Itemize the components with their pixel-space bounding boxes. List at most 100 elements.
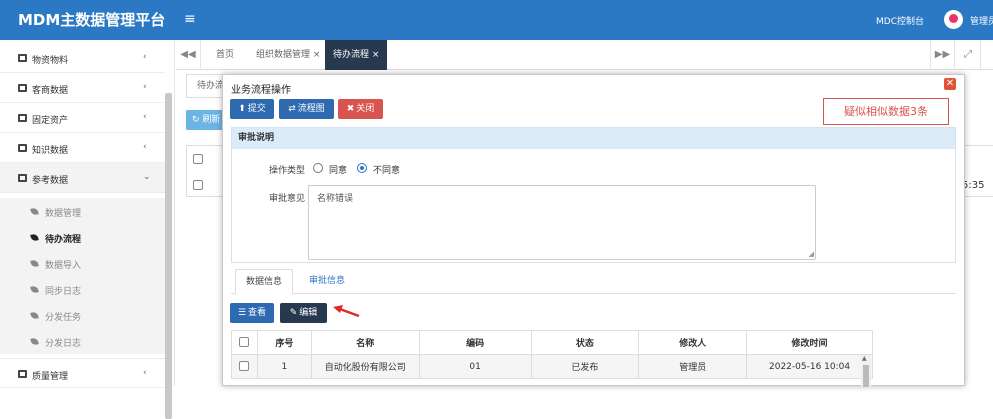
flowchart-button[interactable]: ⇄ 流程图 bbox=[279, 99, 334, 119]
sidebar-subitem-sync-log[interactable]: 同步日志 bbox=[0, 276, 165, 302]
chevron-left-icon: ‹ bbox=[143, 112, 147, 122]
leaf-icon bbox=[30, 311, 39, 320]
modal-title: 业务流程操作 bbox=[231, 85, 291, 96]
background-table bbox=[186, 145, 226, 197]
opinion-textarea[interactable]: 名称错误 ◢ bbox=[308, 185, 816, 260]
col-modified-time: 修改时间 bbox=[746, 330, 873, 355]
quality-icon bbox=[18, 370, 27, 378]
avatar[interactable] bbox=[944, 10, 963, 29]
tab-next-icon[interactable]: ▶▶ bbox=[930, 40, 955, 70]
sidebar-subitem-data-import[interactable]: 数据导入 bbox=[0, 250, 165, 276]
col-name: 名称 bbox=[310, 330, 420, 355]
sidebar-item-label: 客商数据 bbox=[32, 86, 69, 96]
opinion-label: 审批意见 bbox=[269, 194, 306, 204]
leaf-icon bbox=[30, 285, 39, 294]
edit-button[interactable]: ✎ 编辑 bbox=[280, 303, 327, 323]
radio-disagree[interactable] bbox=[357, 163, 367, 173]
sidebar-item-reference[interactable]: 参考数据 ⌄ bbox=[0, 163, 165, 193]
chevron-left-icon: ‹ bbox=[143, 82, 147, 92]
col-status: 状态 bbox=[530, 330, 640, 355]
sidebar-subitem-label: 数据管理 bbox=[45, 209, 82, 219]
tab-home[interactable]: 首页 bbox=[208, 40, 242, 70]
background-tab[interactable]: 待办流 bbox=[186, 74, 226, 98]
menu-toggle-icon[interactable]: ≡ bbox=[184, 11, 196, 27]
col-modifier: 修改人 bbox=[638, 330, 748, 355]
sidebar-subitem-label: 同步日志 bbox=[45, 287, 82, 297]
leaf-icon bbox=[30, 233, 39, 242]
leaf-icon bbox=[30, 207, 39, 216]
table-row[interactable]: 1 自动化股份有限公司 01 已发布 管理员 2022-05-16 10:04 bbox=[231, 354, 873, 379]
close-icon[interactable]: ✕ bbox=[944, 78, 956, 90]
submit-button[interactable]: ⬆ 提交 bbox=[230, 99, 274, 119]
upload-icon: ⬆ bbox=[238, 104, 246, 114]
leaf-icon bbox=[30, 337, 39, 346]
control-console-link[interactable]: MDC控制台 bbox=[876, 14, 924, 27]
sidebar-scrollbar[interactable] bbox=[165, 93, 172, 419]
sidebar-item-label: 参考数据 bbox=[32, 176, 69, 186]
list-icon bbox=[18, 174, 27, 182]
sidebar-item-assets[interactable]: 固定资产 ‹ bbox=[0, 103, 165, 133]
cell-modifier: 管理员 bbox=[638, 354, 748, 379]
sidebar-subitem-dispatch-task[interactable]: 分发任务 bbox=[0, 302, 165, 328]
sidebar-subitem-dispatch-log[interactable]: 分发日志 bbox=[0, 328, 165, 354]
tab-approval-info[interactable]: 审批信息 bbox=[299, 269, 355, 294]
sidebar-subitem-label: 数据导入 bbox=[45, 261, 82, 271]
select-all-checkbox[interactable] bbox=[239, 337, 250, 348]
opinion-value: 名称错误 bbox=[317, 194, 354, 204]
scroll-up-icon[interactable]: ▲ bbox=[862, 355, 867, 362]
select-all-cell[interactable] bbox=[231, 330, 258, 355]
chevron-down-icon: ⌄ bbox=[143, 172, 151, 182]
cell-name: 自动化股份有限公司 bbox=[310, 354, 420, 379]
tab-data-info[interactable]: 数据信息 bbox=[235, 269, 294, 294]
tab-bar: ◀◀ 首页 组织数据管理 × 待办流程 × ▶▶ ⤢ bbox=[176, 40, 993, 70]
user-icon bbox=[949, 14, 958, 23]
radio-agree[interactable] bbox=[313, 163, 323, 173]
refresh-button[interactable]: ↻ 刷新 bbox=[186, 110, 226, 130]
sidebar-item-label: 知识数据 bbox=[32, 146, 69, 156]
resize-handle-icon[interactable]: ◢ bbox=[809, 250, 814, 258]
sidebar-item-materials[interactable]: 物资物料 ‹ bbox=[0, 43, 165, 73]
table-scrollbar[interactable]: ▲ bbox=[861, 355, 871, 387]
fullscreen-icon[interactable]: ⤢ bbox=[956, 40, 981, 70]
cell-index: 1 bbox=[256, 354, 312, 379]
sidebar-item-label: 固定资产 bbox=[32, 116, 69, 126]
list-icon: ☰ bbox=[237, 308, 247, 318]
briefcase-icon bbox=[18, 84, 27, 92]
background-header-checkbox[interactable] bbox=[193, 154, 203, 164]
radio-disagree-label[interactable]: 不同意 bbox=[373, 163, 400, 176]
subtab-bar: 数据信息 审批信息 bbox=[231, 269, 956, 294]
sidebar-subitem-label: 分发日志 bbox=[45, 339, 82, 349]
section-title: 审批说明 bbox=[232, 128, 955, 149]
chevron-left-icon: ‹ bbox=[143, 52, 147, 62]
sidebar-subitem-label: 待办流程 bbox=[45, 235, 82, 245]
op-type-label: 操作类型 bbox=[269, 166, 306, 176]
background-time: 5:35 bbox=[962, 180, 985, 191]
tab-prev-icon[interactable]: ◀◀ bbox=[176, 40, 201, 70]
sidebar-item-label: 物资物料 bbox=[32, 56, 69, 66]
radio-agree-label[interactable]: 同意 bbox=[329, 163, 347, 176]
cell-modified-time: 2022-05-16 10:04 bbox=[746, 354, 873, 379]
document-icon bbox=[18, 144, 27, 152]
row-select-cell[interactable] bbox=[231, 354, 258, 379]
user-name[interactable]: 管理员 bbox=[970, 14, 993, 27]
sidebar-subitem-pending-workflow[interactable]: 待办流程 bbox=[0, 224, 165, 250]
tab-pending-workflow[interactable]: 待办流程 × bbox=[325, 40, 388, 70]
cell-status: 已发布 bbox=[530, 354, 640, 379]
flowchart-icon: ⇄ bbox=[288, 104, 296, 114]
sidebar-item-knowledge[interactable]: 知识数据 ‹ bbox=[0, 133, 165, 163]
background-row-checkbox[interactable] bbox=[193, 180, 203, 190]
sidebar-subitem-label: 分发任务 bbox=[45, 313, 82, 323]
sidebar-item-quality[interactable]: 质量管理 ‹ bbox=[0, 358, 165, 388]
edit-icon: ✎ bbox=[289, 308, 298, 318]
row-checkbox[interactable] bbox=[239, 361, 250, 372]
view-button[interactable]: ☰ 查看 bbox=[230, 303, 274, 323]
chevron-left-icon: ‹ bbox=[143, 142, 147, 152]
similar-data-notice[interactable]: 疑似相似数据3条 bbox=[823, 98, 949, 125]
sidebar-subitem-data-management[interactable]: 数据管理 bbox=[0, 198, 165, 224]
cell-code: 01 bbox=[418, 354, 532, 379]
tab-org-data[interactable]: 组织数据管理 × bbox=[248, 40, 328, 70]
close-button[interactable]: ✖ 关闭 bbox=[338, 99, 383, 119]
scroll-thumb[interactable] bbox=[863, 365, 869, 387]
x-icon: ✖ bbox=[346, 104, 355, 114]
sidebar-item-merchants[interactable]: 客商数据 ‹ bbox=[0, 73, 165, 103]
